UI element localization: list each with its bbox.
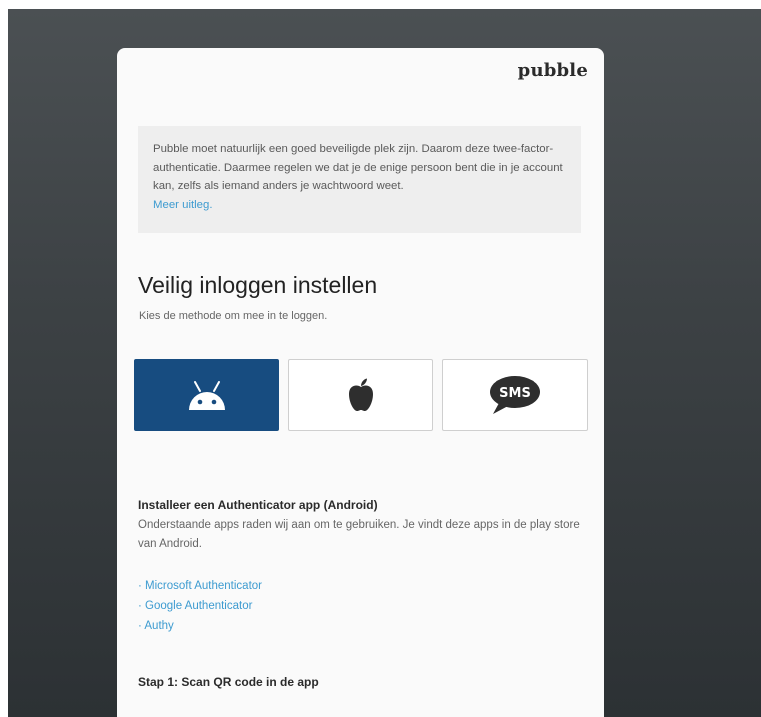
brand-logo: pubble bbox=[517, 60, 588, 81]
step-1-heading: Stap 1: Scan QR code in de app bbox=[138, 675, 319, 689]
apple-icon bbox=[348, 378, 373, 411]
sms-icon: SMS bbox=[490, 376, 540, 414]
page-subtitle: Kies de methode om mee in te loggen. bbox=[139, 310, 328, 322]
app-link-microsoft-authenticator[interactable]: · Microsoft Authenticator bbox=[138, 576, 262, 596]
authenticator-app-list: · Microsoft Authenticator · Google Authe… bbox=[138, 576, 262, 636]
sms-icon-label: SMS bbox=[499, 386, 531, 401]
app-link-authy[interactable]: · Authy bbox=[138, 616, 262, 636]
more-info-link[interactable]: Meer uitleg. bbox=[153, 196, 567, 215]
page-title: Veilig inloggen instellen bbox=[138, 272, 378, 298]
page-backdrop: pubble Pubble moet natuurlijk een goed b… bbox=[8, 9, 761, 717]
install-title: Installeer een Authenticator app (Androi… bbox=[138, 498, 378, 512]
app-link-google-authenticator[interactable]: · Google Authenticator bbox=[138, 596, 262, 616]
method-android-button[interactable] bbox=[134, 359, 279, 431]
install-description: Onderstaande apps raden wij aan om te ge… bbox=[138, 519, 580, 550]
method-apple-button[interactable] bbox=[288, 359, 433, 431]
android-icon bbox=[188, 381, 225, 410]
info-box: Pubble moet natuurlijk een goed beveilig… bbox=[138, 126, 581, 233]
method-sms-button[interactable]: SMS bbox=[442, 359, 588, 431]
setup-card: pubble Pubble moet natuurlijk een goed b… bbox=[117, 48, 604, 717]
info-text: Pubble moet natuurlijk een goed beveilig… bbox=[153, 143, 563, 192]
